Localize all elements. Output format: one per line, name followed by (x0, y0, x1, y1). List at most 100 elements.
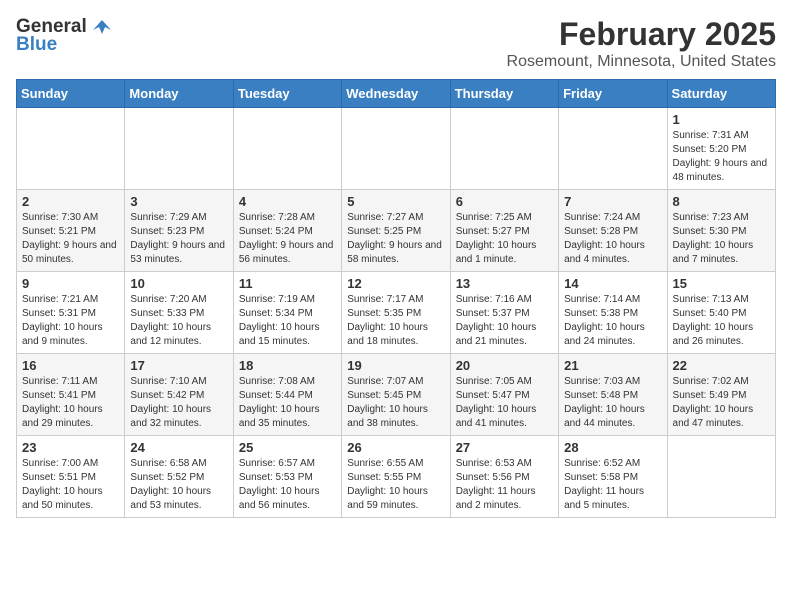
day-number: 7 (564, 194, 661, 209)
calendar-cell: 11 Sunrise: 7:19 AM Sunset: 5:34 PM Dayli… (233, 272, 341, 354)
subtitle: Rosemount, Minnesota, United States (507, 53, 776, 71)
day-number: 21 (564, 358, 661, 373)
day-number: 6 (456, 194, 553, 209)
calendar-cell: 3 Sunrise: 7:29 AM Sunset: 5:23 PM Daylig… (125, 190, 233, 272)
day-info: Sunrise: 7:24 AM Sunset: 5:28 PM Dayligh… (564, 211, 661, 267)
main-title: February 2025 (507, 16, 776, 53)
day-info: Sunrise: 7:30 AM Sunset: 5:21 PM Dayligh… (22, 211, 119, 267)
calendar-cell: 13 Sunrise: 7:16 AM Sunset: 5:37 PM Dayli… (450, 272, 558, 354)
calendar-cell: 8 Sunrise: 7:23 AM Sunset: 5:30 PM Daylig… (667, 190, 775, 272)
day-info: Sunrise: 7:14 AM Sunset: 5:38 PM Dayligh… (564, 293, 661, 349)
calendar-cell: 6 Sunrise: 7:25 AM Sunset: 5:27 PM Daylig… (450, 190, 558, 272)
day-info: Sunrise: 7:23 AM Sunset: 5:30 PM Dayligh… (673, 211, 770, 267)
day-info: Sunrise: 7:29 AM Sunset: 5:23 PM Dayligh… (130, 211, 227, 267)
day-number: 26 (347, 440, 444, 455)
calendar-cell: 10 Sunrise: 7:20 AM Sunset: 5:33 PM Dayli… (125, 272, 233, 354)
day-number: 5 (347, 194, 444, 209)
calendar-cell: 18 Sunrise: 7:08 AM Sunset: 5:44 PM Dayli… (233, 354, 341, 436)
calendar-cell (342, 108, 450, 190)
day-number: 2 (22, 194, 119, 209)
calendar-cell: 1 Sunrise: 7:31 AM Sunset: 5:20 PM Daylig… (667, 108, 775, 190)
calendar-cell: 26 Sunrise: 6:55 AM Sunset: 5:55 PM Dayli… (342, 436, 450, 518)
calendar-cell (125, 108, 233, 190)
calendar-cell (559, 108, 667, 190)
calendar-cell: 16 Sunrise: 7:11 AM Sunset: 5:41 PM Dayli… (17, 354, 125, 436)
calendar-cell: 17 Sunrise: 7:10 AM Sunset: 5:42 PM Dayli… (125, 354, 233, 436)
day-number: 24 (130, 440, 227, 455)
day-number: 3 (130, 194, 227, 209)
day-info: Sunrise: 7:19 AM Sunset: 5:34 PM Dayligh… (239, 293, 336, 349)
calendar-cell: 9Sunrise: 7:21 AM Sunset: 5:31 PM Daylig… (17, 272, 125, 354)
calendar-cell (17, 108, 125, 190)
calendar-cell: 28 Sunrise: 6:52 AM Sunset: 5:58 PM Dayli… (559, 436, 667, 518)
calendar-week-4: 16 Sunrise: 7:11 AM Sunset: 5:41 PM Dayli… (17, 354, 776, 436)
day-info: Sunrise: 6:55 AM Sunset: 5:55 PM Dayligh… (347, 457, 444, 513)
calendar-cell: 21 Sunrise: 7:03 AM Sunset: 5:48 PM Dayli… (559, 354, 667, 436)
calendar-week-2: 2 Sunrise: 7:30 AM Sunset: 5:21 PM Daylig… (17, 190, 776, 272)
calendar-cell: 14Sunrise: 7:14 AM Sunset: 5:38 PM Dayli… (559, 272, 667, 354)
day-info: Sunrise: 7:28 AM Sunset: 5:24 PM Dayligh… (239, 211, 336, 267)
day-header-wednesday: Wednesday (342, 80, 450, 108)
day-header-saturday: Saturday (667, 80, 775, 108)
calendar-cell: 25Sunrise: 6:57 AM Sunset: 5:53 PM Dayli… (233, 436, 341, 518)
day-info: Sunrise: 7:17 AM Sunset: 5:35 PM Dayligh… (347, 293, 444, 349)
day-info: Sunrise: 7:13 AM Sunset: 5:40 PM Dayligh… (673, 293, 770, 349)
day-info: Sunrise: 7:02 AM Sunset: 5:49 PM Dayligh… (673, 375, 770, 431)
day-info: Sunrise: 6:52 AM Sunset: 5:58 PM Dayligh… (564, 457, 661, 513)
day-info: Sunrise: 7:20 AM Sunset: 5:33 PM Dayligh… (130, 293, 227, 349)
day-number: 22 (673, 358, 770, 373)
calendar-week-3: 9Sunrise: 7:21 AM Sunset: 5:31 PM Daylig… (17, 272, 776, 354)
day-info: Sunrise: 7:16 AM Sunset: 5:37 PM Dayligh… (456, 293, 553, 349)
calendar-header-row: SundayMondayTuesdayWednesdayThursdayFrid… (17, 80, 776, 108)
day-info: Sunrise: 7:25 AM Sunset: 5:27 PM Dayligh… (456, 211, 553, 267)
day-info: Sunrise: 7:31 AM Sunset: 5:20 PM Dayligh… (673, 129, 770, 185)
day-number: 16 (22, 358, 119, 373)
calendar-cell: 23 Sunrise: 7:00 AM Sunset: 5:51 PM Dayli… (17, 436, 125, 518)
day-info: Sunrise: 7:27 AM Sunset: 5:25 PM Dayligh… (347, 211, 444, 267)
day-info: Sunrise: 7:21 AM Sunset: 5:31 PM Dayligh… (22, 293, 119, 349)
calendar-cell: 2 Sunrise: 7:30 AM Sunset: 5:21 PM Daylig… (17, 190, 125, 272)
day-header-friday: Friday (559, 80, 667, 108)
logo-bird-icon (91, 16, 113, 38)
day-number: 23 (22, 440, 119, 455)
day-info: Sunrise: 7:00 AM Sunset: 5:51 PM Dayligh… (22, 457, 119, 513)
calendar-cell: 15 Sunrise: 7:13 AM Sunset: 5:40 PM Dayli… (667, 272, 775, 354)
day-info: Sunrise: 7:03 AM Sunset: 5:48 PM Dayligh… (564, 375, 661, 431)
calendar-cell: 7 Sunrise: 7:24 AM Sunset: 5:28 PM Daylig… (559, 190, 667, 272)
day-number: 4 (239, 194, 336, 209)
day-number: 11 (239, 276, 336, 291)
day-info: Sunrise: 7:05 AM Sunset: 5:47 PM Dayligh… (456, 375, 553, 431)
calendar-cell (450, 108, 558, 190)
day-number: 15 (673, 276, 770, 291)
day-number: 17 (130, 358, 227, 373)
day-number: 27 (456, 440, 553, 455)
day-number: 13 (456, 276, 553, 291)
day-number: 10 (130, 276, 227, 291)
day-info: Sunrise: 6:58 AM Sunset: 5:52 PM Dayligh… (130, 457, 227, 513)
calendar-cell (667, 436, 775, 518)
day-header-tuesday: Tuesday (233, 80, 341, 108)
page-header: General Blue February 2025 Rosemount, Mi… (16, 16, 776, 71)
day-number: 19 (347, 358, 444, 373)
day-number: 20 (456, 358, 553, 373)
calendar-cell: 12 Sunrise: 7:17 AM Sunset: 5:35 PM Dayli… (342, 272, 450, 354)
day-number: 18 (239, 358, 336, 373)
day-info: Sunrise: 7:08 AM Sunset: 5:44 PM Dayligh… (239, 375, 336, 431)
calendar-cell: 24 Sunrise: 6:58 AM Sunset: 5:52 PM Dayli… (125, 436, 233, 518)
day-number: 12 (347, 276, 444, 291)
calendar-cell: 19Sunrise: 7:07 AM Sunset: 5:45 PM Dayli… (342, 354, 450, 436)
day-info: Sunrise: 7:10 AM Sunset: 5:42 PM Dayligh… (130, 375, 227, 431)
calendar-table: SundayMondayTuesdayWednesdayThursdayFrid… (16, 79, 776, 518)
calendar-week-1: 1 Sunrise: 7:31 AM Sunset: 5:20 PM Daylig… (17, 108, 776, 190)
day-number: 1 (673, 112, 770, 127)
day-info: Sunrise: 7:11 AM Sunset: 5:41 PM Dayligh… (22, 375, 119, 431)
day-number: 8 (673, 194, 770, 209)
day-info: Sunrise: 6:53 AM Sunset: 5:56 PM Dayligh… (456, 457, 553, 513)
calendar-cell: 4 Sunrise: 7:28 AM Sunset: 5:24 PM Daylig… (233, 190, 341, 272)
calendar-cell: 22 Sunrise: 7:02 AM Sunset: 5:49 PM Dayli… (667, 354, 775, 436)
calendar-cell: 5 Sunrise: 7:27 AM Sunset: 5:25 PM Daylig… (342, 190, 450, 272)
logo: General Blue (16, 16, 113, 56)
day-info: Sunrise: 6:57 AM Sunset: 5:53 PM Dayligh… (239, 457, 336, 513)
title-block: February 2025 Rosemount, Minnesota, Unit… (507, 16, 776, 71)
day-number: 28 (564, 440, 661, 455)
